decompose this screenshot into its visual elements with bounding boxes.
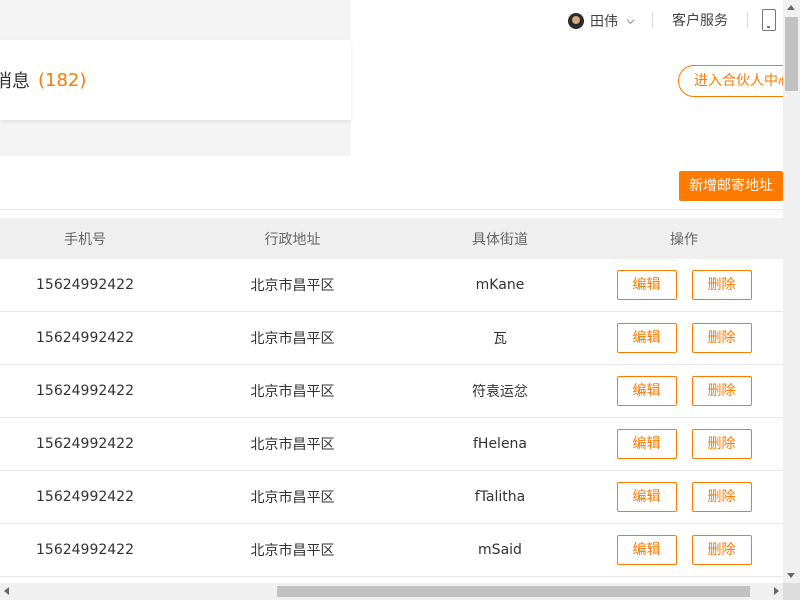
street-cell: 瓦: [493, 331, 507, 347]
user-name: 田伟: [590, 14, 618, 30]
table-row: 15624992422 北京市昌平区 fTalitha 编辑 删除: [0, 471, 783, 524]
delete-button[interactable]: 删除: [691, 376, 752, 406]
column-header-phone: 手机号: [64, 231, 106, 248]
delete-button[interactable]: 删除: [691, 429, 752, 459]
actions-cell: 编辑 删除: [585, 429, 783, 459]
scroll-down-icon[interactable]: [787, 573, 795, 578]
phone-cell: 15624992422: [36, 383, 134, 399]
user-menu[interactable]: 田伟: [568, 11, 635, 31]
region-cell: 北京市昌平区: [250, 490, 335, 506]
region-cell: 北京市昌平区: [250, 543, 335, 559]
delete-button[interactable]: 删除: [691, 535, 752, 565]
delete-button[interactable]: 删除: [691, 323, 752, 353]
phone-cell: 15624992422: [36, 436, 134, 452]
horizontal-scrollbar[interactable]: [0, 583, 783, 600]
horizontal-scroll-thumb[interactable]: [277, 586, 750, 597]
edit-button[interactable]: 编辑: [616, 482, 677, 512]
actions-cell: 编辑 删除: [585, 482, 783, 512]
scrollbar-corner: [783, 583, 800, 600]
actions-cell: 编辑 删除: [585, 535, 783, 565]
region-cell: 北京市昌平区: [250, 331, 335, 347]
mobile-phone-icon[interactable]: [762, 9, 776, 31]
actions-cell: 编辑 删除: [585, 376, 783, 406]
street-cell: fTalitha: [474, 489, 526, 505]
message-count[interactable]: (182): [38, 70, 86, 91]
header-divider: [652, 12, 653, 28]
phone-cell: 15624992422: [36, 542, 134, 558]
edit-button[interactable]: 编辑: [616, 270, 677, 300]
scroll-up-icon[interactable]: [787, 5, 795, 10]
scroll-right-icon[interactable]: [774, 587, 779, 595]
phone-cell: 15624992422: [36, 489, 134, 505]
edit-button[interactable]: 编辑: [616, 376, 677, 406]
vertical-scroll-thumb[interactable]: [785, 17, 798, 91]
partner-center-button[interactable]: 进入合伙人中心: [678, 65, 800, 97]
message-card[interactable]: 消息 (182): [0, 40, 351, 120]
street-cell: mSaid: [478, 542, 522, 558]
delete-button[interactable]: 删除: [691, 482, 752, 512]
address-table: 手机号 行政地址 具体街道 操作 15624992422 北京市昌平区 mKan…: [0, 218, 783, 577]
edit-button[interactable]: 编辑: [616, 323, 677, 353]
phone-cell: 15624992422: [36, 277, 134, 293]
table-row: 15624992422 北京市昌平区 mKane 编辑 删除: [0, 259, 783, 312]
edit-button[interactable]: 编辑: [616, 535, 677, 565]
header-divider: [747, 12, 748, 28]
vertical-scrollbar[interactable]: [783, 0, 800, 583]
column-header-actions: 操作: [670, 231, 698, 248]
message-label: 消息: [0, 71, 30, 92]
avatar: [568, 13, 584, 29]
table-row: 15624992422 北京市昌平区 符袁运忿 编辑 删除: [0, 365, 783, 418]
chevron-down-icon: [626, 18, 635, 24]
region-cell: 北京市昌平区: [250, 384, 335, 400]
actions-cell: 编辑 删除: [585, 323, 783, 353]
edit-button[interactable]: 编辑: [616, 429, 677, 459]
region-cell: 北京市昌平区: [250, 278, 335, 294]
customer-service-link[interactable]: 客户服务: [672, 10, 728, 30]
column-header-region: 行政地址: [264, 231, 321, 248]
column-header-street: 具体街道: [472, 231, 528, 248]
actions-cell: 编辑 删除: [585, 270, 783, 300]
scroll-left-icon[interactable]: [4, 587, 9, 595]
street-cell: fHelena: [472, 436, 528, 452]
street-cell: 符袁运忿: [472, 384, 528, 400]
table-row: 15624992422 北京市昌平区 mSaid 编辑 删除: [0, 524, 783, 577]
region-cell: 北京市昌平区: [250, 437, 335, 453]
add-address-button[interactable]: 新增邮寄地址: [679, 171, 783, 201]
table-row: 15624992422 北京市昌平区 fHelena 编辑 删除: [0, 418, 783, 471]
table-row: 15624992422 北京市昌平区 瓦 编辑 删除: [0, 312, 783, 365]
divider: [0, 209, 783, 210]
street-cell: mKane: [475, 277, 525, 293]
delete-button[interactable]: 删除: [691, 270, 752, 300]
table-header: 手机号 行政地址 具体街道 操作: [0, 218, 783, 259]
phone-cell: 15624992422: [36, 330, 134, 346]
